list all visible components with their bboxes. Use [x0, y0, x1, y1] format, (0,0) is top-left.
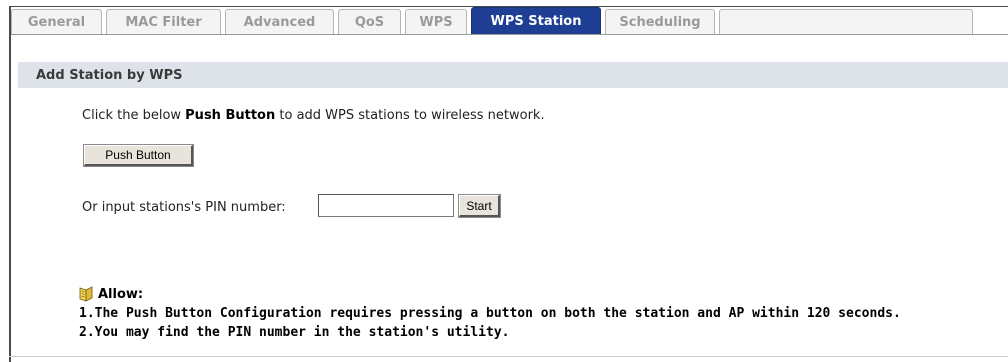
instruction-text: Click the below Push Button to add WPS s… — [82, 108, 545, 123]
note-heading-text: Allow: — [98, 286, 144, 302]
tab-divider — [11, 34, 1008, 35]
note-line-1: 1.The Push Button Configuration requires… — [79, 306, 901, 321]
note-line-2: 2.You may find the PIN number in the sta… — [79, 325, 510, 340]
tab-filler — [719, 9, 973, 35]
note-heading: Allow: — [79, 286, 143, 302]
tab-wps-station[interactable]: WPS Station — [471, 7, 601, 35]
tab-advanced[interactable]: Advanced — [225, 9, 334, 35]
start-button[interactable]: Start — [459, 195, 500, 217]
bottom-divider — [9, 356, 1008, 357]
section-title: Add Station by WPS — [36, 67, 183, 83]
instruction-text-end: to add WPS stations to wireless network. — [275, 108, 545, 123]
note-book-icon — [79, 286, 93, 302]
tab-qos[interactable]: QoS — [338, 9, 401, 35]
instruction-text-bold: Push Button — [185, 108, 276, 123]
pin-label: Or input stations's PIN number: — [82, 200, 286, 215]
tab-general[interactable]: General — [11, 9, 102, 35]
instruction-text-start: Click the below — [82, 108, 186, 123]
note-block: Allow: — [79, 286, 143, 302]
pin-input[interactable] — [318, 194, 454, 217]
section-header: Add Station by WPS — [18, 62, 1008, 88]
tab-bar: General MAC Filter Advanced QoS WPS WPS … — [11, 7, 973, 35]
push-button[interactable]: Push Button — [84, 145, 193, 166]
tab-wps[interactable]: WPS — [405, 9, 467, 35]
tab-scheduling[interactable]: Scheduling — [605, 9, 715, 35]
tab-mac-filter[interactable]: MAC Filter — [106, 9, 221, 35]
